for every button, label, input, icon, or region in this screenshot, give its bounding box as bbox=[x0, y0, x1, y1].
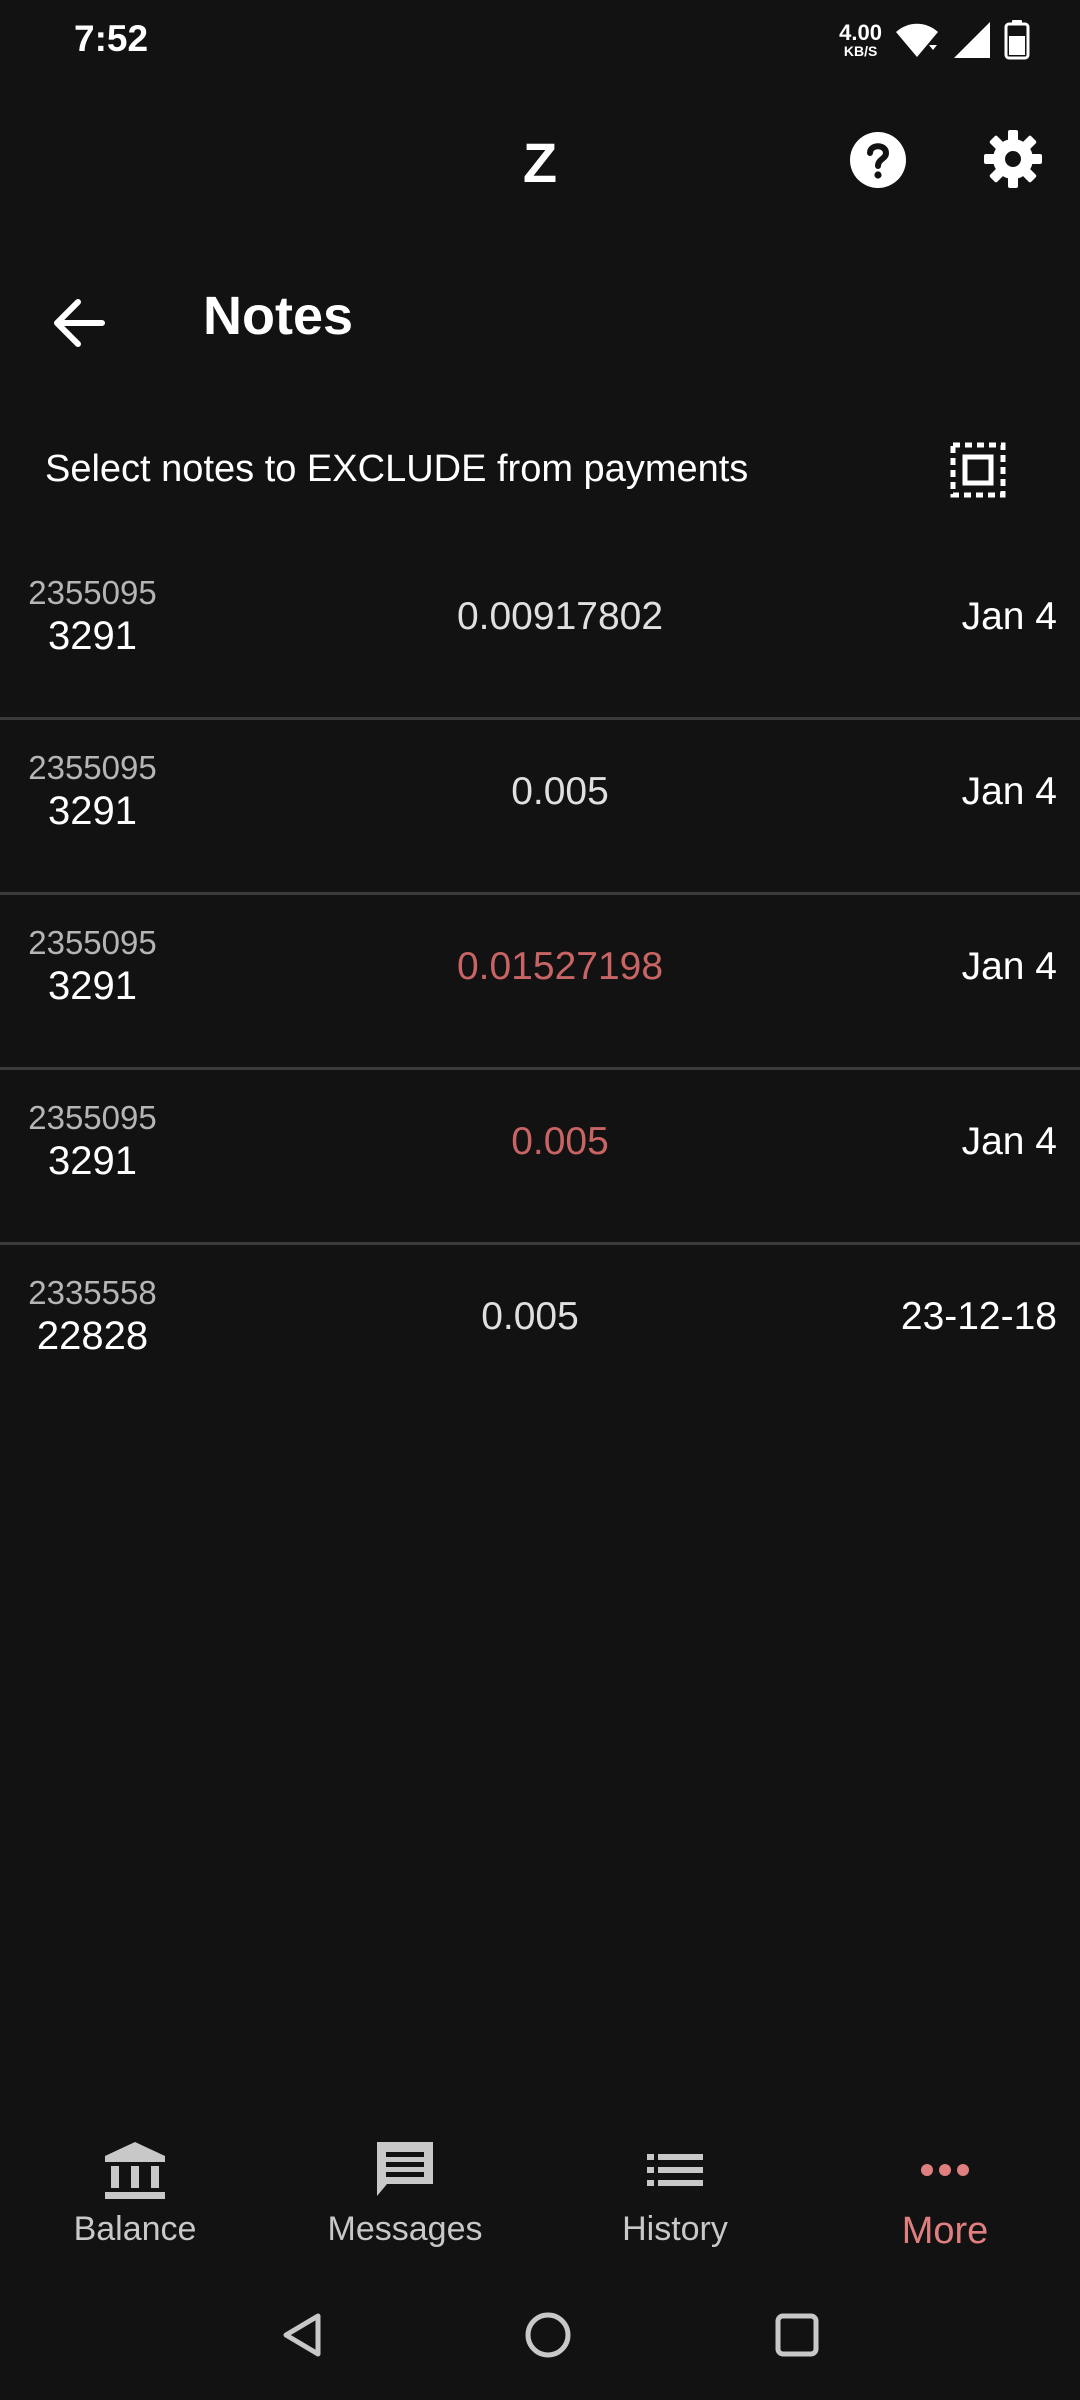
note-row[interactable]: 2355095 3291 0.01527198 Jan 4 bbox=[0, 895, 1080, 1070]
notes-list: 2355095 3291 0.00917802 Jan 4 2355095 32… bbox=[0, 545, 1080, 1417]
note-value: 0.005 bbox=[511, 770, 609, 813]
note-row[interactable]: 2355095 3291 0.005 Jan 4 bbox=[0, 1070, 1080, 1245]
note-height-bottom: 3291 bbox=[48, 789, 137, 833]
notes-header: Notes bbox=[0, 270, 1080, 370]
note-row[interactable]: 2335558 22828 0.005 23-12-18 bbox=[0, 1245, 1080, 1417]
note-height-bottom: 3291 bbox=[48, 964, 137, 1008]
note-value: 0.00917802 bbox=[456, 595, 664, 638]
note-date: Jan 4 bbox=[961, 945, 1057, 988]
note-height-top: 2355095 bbox=[28, 1099, 157, 1136]
note-date: Jan 4 bbox=[961, 770, 1057, 813]
note-height-top: 2355095 bbox=[28, 574, 157, 611]
note-date: 23-12-18 bbox=[900, 1295, 1057, 1338]
wifi-icon bbox=[896, 23, 938, 57]
nav-label-more: More bbox=[901, 2210, 989, 2252]
message-icon bbox=[377, 2142, 433, 2196]
note-height-bottom: 3291 bbox=[48, 1139, 137, 1183]
square-recents-icon bbox=[775, 2313, 819, 2357]
back-button[interactable] bbox=[44, 288, 114, 358]
nav-label-balance: Balance bbox=[73, 2210, 197, 2248]
app-bar: Z bbox=[0, 110, 1080, 210]
note-height-bottom: 22828 bbox=[36, 1314, 149, 1358]
net-speed-value: 4.00 bbox=[839, 20, 882, 45]
instruction-text: Select notes to EXCLUDE from payments bbox=[45, 448, 749, 490]
circle-home-icon bbox=[525, 2312, 571, 2358]
note-value-excluded: 0.005 bbox=[511, 1120, 609, 1163]
note-height: 2355095 3291 bbox=[0, 923, 185, 1009]
note-row[interactable]: 2355095 3291 0.005 Jan 4 bbox=[0, 720, 1080, 895]
note-date: Jan 4 bbox=[961, 1120, 1057, 1163]
status-time: 7:52 bbox=[74, 18, 149, 59]
net-speed-unit: KB/S bbox=[843, 43, 878, 59]
bank-icon bbox=[105, 2142, 165, 2199]
system-navigation bbox=[0, 2290, 1080, 2400]
note-height-bottom: 3291 bbox=[48, 614, 137, 658]
gear-icon bbox=[984, 130, 1042, 188]
note-height: 2355095 3291 bbox=[0, 1098, 185, 1184]
note-height-top: 2355095 bbox=[28, 749, 157, 786]
system-back-button[interactable] bbox=[278, 2310, 328, 2365]
system-recents-button[interactable] bbox=[772, 2310, 822, 2365]
list-icon bbox=[647, 2154, 703, 2186]
settings-button[interactable] bbox=[982, 128, 1044, 190]
note-height: 2355095 3291 bbox=[0, 573, 185, 659]
nav-label-messages: Messages bbox=[327, 2210, 483, 2248]
triangle-back-icon bbox=[283, 2313, 321, 2357]
note-value: 0.005 bbox=[481, 1295, 579, 1338]
nav-item-messages[interactable]: Messages bbox=[270, 2140, 540, 2249]
nav-item-more[interactable]: More bbox=[810, 2140, 1080, 2253]
bottom-navigation: Balance Messages History More bbox=[0, 2120, 1080, 2270]
select-all-button[interactable] bbox=[948, 440, 1012, 504]
signal-icon bbox=[954, 22, 990, 58]
system-home-button[interactable] bbox=[523, 2310, 573, 2365]
note-row[interactable]: 2355095 3291 0.00917802 Jan 4 bbox=[0, 545, 1080, 720]
app-title: Z bbox=[522, 131, 558, 194]
net-speed: 4.00 KB/S bbox=[839, 20, 882, 59]
note-height-top: 2335558 bbox=[28, 1274, 157, 1311]
instruction-row: Select notes to EXCLUDE from payments bbox=[0, 440, 1080, 510]
help-circle-icon bbox=[850, 132, 906, 188]
arrow-left-icon bbox=[54, 299, 105, 347]
note-date: Jan 4 bbox=[961, 595, 1057, 638]
nav-item-history[interactable]: History bbox=[540, 2140, 810, 2249]
status-bar: 7:52 4.00 KB/S bbox=[0, 0, 1080, 80]
nav-label-history: History bbox=[622, 2210, 728, 2248]
status-icons: 4.00 KB/S bbox=[839, 16, 1030, 64]
note-height: 2355095 3291 bbox=[0, 748, 185, 834]
more-horizontal-icon bbox=[921, 2164, 969, 2176]
note-height-top: 2355095 bbox=[28, 924, 157, 961]
note-height: 2335558 22828 bbox=[0, 1273, 185, 1359]
page-title: Notes bbox=[203, 286, 354, 346]
battery-icon bbox=[1004, 20, 1030, 60]
note-value-excluded: 0.01527198 bbox=[456, 945, 664, 988]
nav-item-balance[interactable]: Balance bbox=[0, 2140, 270, 2249]
select-all-icon bbox=[950, 442, 1006, 498]
help-button[interactable] bbox=[848, 130, 908, 190]
